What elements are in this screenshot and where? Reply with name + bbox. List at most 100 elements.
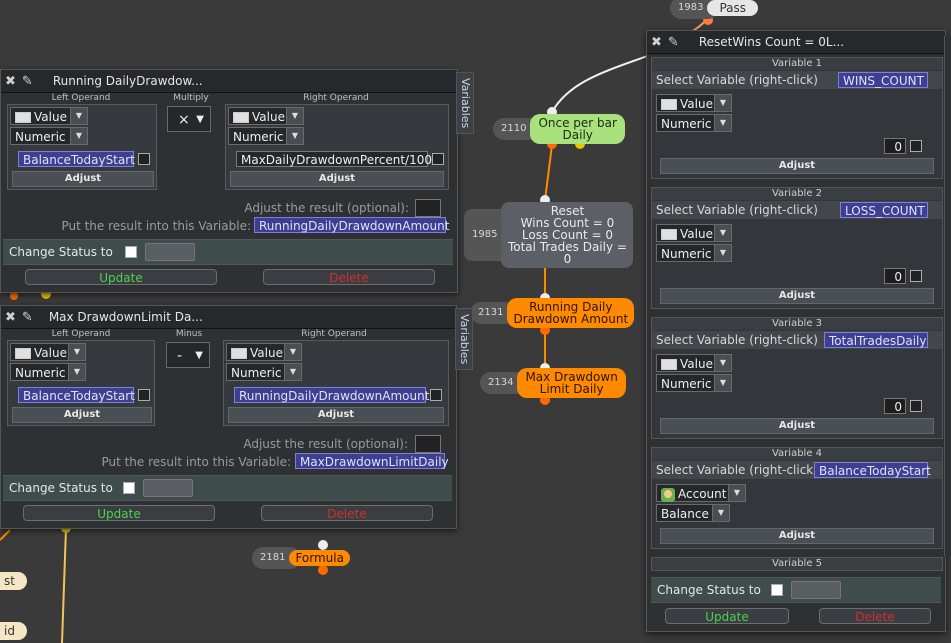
kind-dropdown[interactable]: Numeric ▼	[10, 363, 86, 381]
left-variable-pill[interactable]: BalanceTodayStart	[18, 387, 135, 403]
kind-dropdown[interactable]: Numeric ▼	[656, 114, 732, 132]
panel-running-daily-drawdown[interactable]: ✖ ✎ Running DailyDrawdow... Variables Le…	[0, 69, 474, 293]
panel-title: ResetWins Count = 0L...	[698, 35, 845, 49]
kind-dropdown[interactable]: Balance ▼	[656, 504, 730, 522]
change-status-checkbox[interactable]	[123, 482, 135, 494]
change-status-label: Change Status to	[9, 245, 113, 259]
change-status-checkbox[interactable]	[125, 246, 137, 258]
variable-header: Variable 4	[652, 448, 942, 460]
right-variable-field[interactable]: MaxDailyDrawdownPercent/100	[236, 151, 432, 167]
type-dropdown-label: Value	[252, 110, 285, 124]
type-dropdown[interactable]: Value ▼	[656, 354, 732, 372]
adjust-button[interactable]: Adjust	[660, 158, 934, 174]
node-formula[interactable]: 2181 Formula	[252, 547, 350, 569]
left-adjust-button[interactable]: Adjust	[12, 171, 154, 187]
left-variable-checkbox[interactable]	[138, 389, 150, 401]
status-input[interactable]	[791, 581, 841, 599]
variable-pill[interactable]: BalanceTodayStart	[814, 462, 931, 478]
panel-titlebar[interactable]: ✖ ✎ Running DailyDrawdow...	[1, 70, 457, 93]
close-icon[interactable]: ✖	[5, 74, 16, 89]
node-stub-1[interactable]: st	[0, 572, 27, 590]
offscreen-panel-edge	[944, 36, 951, 556]
chevron-down-icon: ▼	[712, 505, 729, 521]
adjust-result-input[interactable]	[415, 435, 441, 453]
kind-dropdown[interactable]: Numeric ▼	[228, 127, 304, 145]
type-dropdown[interactable]: Value ▼	[10, 107, 88, 125]
update-button[interactable]: Update	[23, 505, 215, 521]
type-dropdown-label: Value	[34, 346, 67, 360]
chevron-down-icon: ▼	[284, 344, 301, 360]
type-dropdown[interactable]: Value ▼	[656, 224, 732, 242]
panel-titlebar[interactable]: ✖ ✎ Max DrawdownLimit Da...	[1, 306, 456, 329]
type-dropdown[interactable]: Value ▼	[656, 94, 732, 112]
left-variable-checkbox[interactable]	[138, 153, 150, 165]
pin-icon[interactable]: ✎	[22, 74, 33, 89]
kind-dropdown[interactable]: Numeric ▼	[226, 363, 302, 381]
variables-tab[interactable]: Variables	[456, 72, 474, 134]
flow-canvas[interactable]: 1983 Pass 2110 Once per bar Daily 1985 R…	[0, 0, 951, 643]
left-adjust-button[interactable]: Adjust	[12, 407, 152, 423]
update-button[interactable]: Update	[665, 608, 789, 624]
close-icon[interactable]: ✖	[5, 310, 16, 325]
kind-dropdown[interactable]: Numeric ▼	[10, 127, 88, 145]
value-checkbox[interactable]	[910, 270, 922, 282]
operator-select[interactable]: - ▼	[166, 342, 210, 368]
value-checkbox[interactable]	[910, 140, 922, 152]
operator-select[interactable]: × ▼	[167, 106, 211, 132]
result-variable-pill[interactable]: RunningDailyDrawdownAmount	[254, 217, 449, 233]
select-variable-row[interactable]: Select Variable (right-click) WINS_COUNT	[652, 71, 942, 89]
change-status-checkbox[interactable]	[771, 584, 783, 596]
type-dropdown[interactable]: Value ▼	[10, 343, 86, 361]
node-pass[interactable]: 1983 Pass	[670, 0, 759, 19]
select-variable-row[interactable]: Select Variable (right-click) TotalTrade…	[652, 331, 942, 349]
kind-dropdown[interactable]: Numeric ▼	[656, 244, 732, 262]
right-variable-pill[interactable]: RunningDailyDrawdownAmount	[234, 387, 429, 403]
node-stub-2[interactable]: id	[0, 622, 27, 640]
panel-titlebar[interactable]: ✖ ✎ ResetWins Count = 0L...	[647, 31, 945, 54]
value-input[interactable]: 0	[884, 268, 906, 284]
result-variable-pill[interactable]: MaxDrawdownLimitDaily	[295, 453, 449, 469]
status-input[interactable]	[145, 243, 195, 261]
type-dropdown-label: Value	[680, 97, 713, 111]
right-adjust-button[interactable]: Adjust	[230, 171, 444, 187]
adjust-button[interactable]: Adjust	[660, 528, 934, 544]
type-dropdown[interactable]: Account ▼	[656, 484, 746, 502]
node-once-per-bar[interactable]: 2110 Once per bar Daily	[493, 114, 625, 144]
right-adjust-button[interactable]: Adjust	[228, 407, 444, 423]
kind-dropdown[interactable]: Numeric ▼	[656, 374, 732, 392]
panel-max-drawdown-limit[interactable]: ✖ ✎ Max DrawdownLimit Da... Variables Le…	[0, 305, 473, 529]
delete-button[interactable]: Delete	[819, 608, 931, 624]
node-max-drawdown-limit[interactable]: 2134 Max Drawdown Limit Daily	[480, 368, 626, 398]
type-dropdown-label: Account	[678, 487, 727, 501]
variable-pill[interactable]: TotalTradesDaily	[824, 332, 928, 348]
variables-tab[interactable]: Variables	[455, 308, 473, 370]
value-checkbox[interactable]	[910, 400, 922, 412]
right-operand-heading: Right Operand	[303, 93, 369, 103]
select-variable-row[interactable]: Select Variable (right-click) BalanceTod…	[652, 461, 942, 479]
pin-icon[interactable]: ✎	[668, 35, 679, 50]
variable-pill[interactable]: LOSS_COUNT	[840, 202, 928, 218]
node-label-line: Drawdown Amount	[513, 312, 629, 326]
adjust-result-input[interactable]	[415, 199, 441, 217]
node-label-line: Limit Daily	[539, 382, 604, 396]
right-variable-checkbox[interactable]	[430, 389, 442, 401]
select-variable-row[interactable]: Select Variable (right-click) LOSS_COUNT	[652, 201, 942, 219]
node-reset[interactable]: 1985 Reset Wins Count = 0 Loss Count = 0…	[464, 202, 634, 268]
pin-icon[interactable]: ✎	[22, 310, 33, 325]
variable-pill[interactable]: WINS_COUNT	[838, 72, 928, 88]
type-dropdown[interactable]: Value ▼	[228, 107, 304, 125]
adjust-button[interactable]: Adjust	[660, 288, 934, 304]
update-button[interactable]: Update	[25, 269, 217, 285]
value-input[interactable]: 0	[884, 138, 906, 154]
close-icon[interactable]: ✖	[651, 35, 662, 50]
node-running-daily-drawdown[interactable]: 2131 Running Daily Drawdown Amount	[470, 298, 635, 328]
status-input[interactable]	[143, 479, 193, 497]
right-variable-checkbox[interactable]	[432, 153, 444, 165]
value-input[interactable]: 0	[884, 398, 906, 414]
panel-reset-wins-count[interactable]: ✖ ✎ ResetWins Count = 0L... Variable 1 S…	[646, 30, 946, 632]
type-dropdown[interactable]: Value ▼	[226, 343, 302, 361]
adjust-button[interactable]: Adjust	[660, 418, 934, 434]
delete-button[interactable]: Delete	[263, 269, 435, 285]
delete-button[interactable]: Delete	[261, 505, 433, 521]
left-variable-pill[interactable]: BalanceTodayStart	[18, 151, 135, 167]
